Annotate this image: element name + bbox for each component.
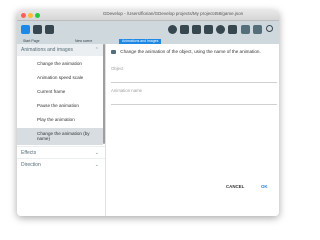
close-window-button[interactable] (21, 13, 26, 18)
instruction-editor: Change the animation of the object, usin… (106, 44, 279, 216)
maximize-window-button[interactable] (35, 13, 40, 18)
minimize-window-button[interactable] (28, 13, 33, 18)
instruction-sidebar: Animations and images ⌃ Change the anima… (17, 44, 106, 216)
animation-name-field-label: Animation name (111, 88, 143, 93)
scene-icon[interactable] (180, 25, 189, 34)
search-icon[interactable] (266, 25, 273, 32)
chevron-up-icon: ⌃ (94, 47, 99, 53)
description-text: Change the animation of the object, usin… (120, 49, 261, 54)
object-field-label: Object (111, 66, 124, 71)
instruction-description: Change the animation of the object, usin… (111, 49, 276, 54)
project-manager-icon[interactable] (21, 25, 30, 34)
sidebar-collapsed-effects[interactable]: Effects ⌄ (17, 146, 105, 158)
sidebar-section-header[interactable]: Animations and images ⌃ (17, 44, 105, 56)
animation-name-field[interactable]: Animation name (111, 88, 277, 105)
home-icon[interactable] (45, 25, 54, 34)
play-icon[interactable] (168, 25, 177, 34)
sidebar-item[interactable]: Play the animation (17, 117, 103, 122)
title-bar: GDevelop - /Users/florian/GDevelop proje… (17, 10, 279, 21)
debug-icon[interactable] (228, 25, 237, 34)
sidebar-collapsed-label: Direction (21, 162, 41, 168)
sidebar-item[interactable]: Animation speed scale (17, 75, 103, 80)
sidebar-item-selected[interactable]: Change the animation (by name) (17, 128, 103, 145)
editor-window: GDevelop - /Users/florian/GDevelop proje… (17, 10, 279, 216)
layout-icon[interactable] (33, 25, 42, 34)
preview-icon[interactable] (204, 25, 213, 34)
sidebar-item[interactable]: Current frame (17, 89, 103, 94)
sidebar-item[interactable]: Pause the animation (17, 103, 103, 108)
undo-icon[interactable] (241, 25, 250, 34)
sidebar-scrollbar[interactable] (103, 44, 105, 144)
window-title: GDevelop - /Users/florian/GDevelop proje… (102, 11, 244, 16)
redo-icon[interactable] (253, 25, 262, 34)
events-icon[interactable] (192, 25, 201, 34)
sidebar-section-label: Animations and images (21, 47, 73, 53)
sidebar-collapsed-label: Effects (21, 150, 37, 156)
chevron-down-icon: ⌄ (94, 162, 99, 168)
sidebar-item[interactable]: Change the animation (17, 61, 103, 66)
ok-button[interactable]: OK (261, 184, 268, 189)
animation-icon (111, 49, 116, 54)
add-icon[interactable] (216, 25, 225, 34)
cancel-button[interactable]: CANCEL (226, 184, 244, 189)
object-field[interactable]: Object (111, 66, 277, 83)
sidebar-collapsed-direction[interactable]: Direction ⌄ (17, 158, 105, 170)
